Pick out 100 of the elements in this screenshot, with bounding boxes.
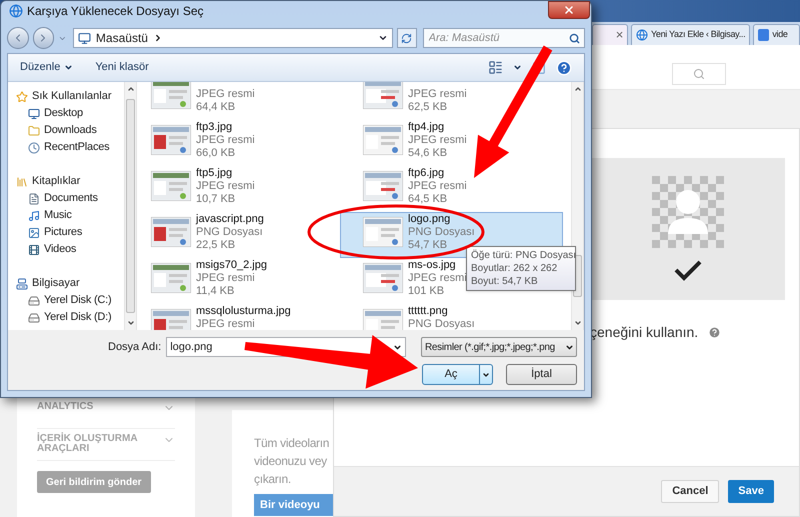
file-size: 54,7 KB xyxy=(408,239,448,252)
nav-item[interactable]: Yerel Disk (D:) xyxy=(16,309,124,326)
file-item[interactable]: ftp3.jpg JPEG resmi 66,0 KB xyxy=(137,120,340,166)
file-type: PNG Dosyası xyxy=(196,226,264,239)
file-type: PNG Dosyası xyxy=(408,226,475,239)
description-text: Tüm videoların xyxy=(254,435,330,452)
file-name: tttttt.png xyxy=(408,305,449,318)
file-name: ftp3.jpg xyxy=(196,121,234,134)
star-icon xyxy=(16,90,28,102)
file-type: JPEG resmi xyxy=(196,88,255,101)
open-button[interactable]: Aç xyxy=(422,364,480,385)
scroll-up-icon[interactable] xyxy=(126,85,134,93)
file-type: JPEG resmi xyxy=(408,180,467,193)
nav-item[interactable]: Videos xyxy=(16,241,124,258)
file-size: 64,4 KB xyxy=(196,101,236,114)
file-name: javascript.png xyxy=(196,213,264,226)
file-item[interactable]: JPEG resmi 64,4 KB xyxy=(137,82,340,120)
close-button[interactable] xyxy=(548,1,590,19)
nav-item[interactable]: Downloads xyxy=(16,122,124,139)
checkmark-icon xyxy=(672,259,702,281)
file-size: 62,5 KB xyxy=(408,101,448,114)
file-name: ftp6.jpg xyxy=(408,167,446,180)
scrollbar[interactable] xyxy=(124,82,137,330)
tooltip-line: Boyutlar: 262 x 262 xyxy=(471,262,558,275)
nav-item[interactable]: RecentPlaces xyxy=(16,139,124,156)
nav-item[interactable]: Yerel Disk (C:) xyxy=(16,292,124,309)
music-icon xyxy=(28,210,40,222)
file-name: mssqlolusturma.jpg xyxy=(196,305,291,318)
browser-icon xyxy=(636,29,648,41)
save-button[interactable]: Save xyxy=(728,480,774,503)
file-item[interactable]: msigs70_2.jpg JPEG resmi 11,4 KB xyxy=(137,258,340,304)
browser-tab[interactable]: vide xyxy=(753,24,800,45)
file-type: JPEG resmi xyxy=(408,134,467,147)
file-name: logo.png xyxy=(408,213,452,226)
file-item[interactable]: ftp5.jpg JPEG resmi 10,7 KB xyxy=(137,166,340,212)
caret-icon[interactable] xyxy=(513,63,522,72)
tab-title: Yeni Yazı Ekle ‹ Bilgisay... xyxy=(651,28,746,42)
dropdown-caret-icon xyxy=(378,33,388,43)
view-icon[interactable] xyxy=(488,60,503,75)
file-item[interactable]: JPEG resmi 62,5 KB xyxy=(340,82,563,120)
dropdown-caret-icon xyxy=(565,342,574,352)
nav-item[interactable]: Documents xyxy=(16,190,124,207)
hint-text: çeneğini kullanın. xyxy=(590,323,698,342)
tab-close-button[interactable]: × xyxy=(616,25,623,45)
browser-tab[interactable]: Yeni Yazı Ekle ‹ Bilgisay... xyxy=(631,24,750,45)
file-item[interactable]: mssqlolusturma.jpg JPEG resmi xyxy=(137,304,340,330)
avatar-placeholder-icon xyxy=(652,176,724,248)
nav-group[interactable]: Kitaplıklar xyxy=(16,173,124,190)
scroll-up-icon[interactable] xyxy=(574,85,582,93)
file-type-filter[interactable]: Resimler (*.gif;*.jpg;*.jpeg;*.png xyxy=(421,337,577,357)
open-options-button[interactable] xyxy=(480,364,493,385)
file-type: PNG Dosyası xyxy=(408,318,475,330)
document-icon xyxy=(28,192,40,204)
file-size: 54,6 KB xyxy=(408,147,448,160)
file-name: ftp5.jpg xyxy=(196,167,234,180)
forward-button[interactable] xyxy=(32,27,54,49)
file-type: JPEG resmi xyxy=(196,180,255,193)
new-folder-button[interactable]: Yeni klasör xyxy=(95,59,149,76)
tab-title: vide xyxy=(772,28,788,42)
help-icon[interactable] xyxy=(708,326,722,339)
desktop-icon xyxy=(78,32,91,44)
folder-icon xyxy=(28,124,40,136)
nav-item[interactable]: Music xyxy=(16,207,124,224)
file-item[interactable]: ftp6.jpg JPEG resmi 64,5 KB xyxy=(340,166,563,212)
file-type: JPEG resmi xyxy=(196,134,255,147)
file-size: 22,5 KB xyxy=(196,239,236,252)
window-title: Karşıya Yüklenecek Dosyayı Seç xyxy=(27,3,204,20)
file-size: 64,5 KB xyxy=(408,193,448,206)
refresh-icon xyxy=(401,32,412,44)
nav-group[interactable]: Sık Kullanılanlar xyxy=(16,88,124,105)
library-icon xyxy=(16,176,28,188)
nav-item[interactable]: Desktop xyxy=(16,105,124,122)
close-icon xyxy=(563,4,575,16)
cancel-button[interactable]: Cancel xyxy=(661,480,720,503)
nav-item[interactable]: Pictures xyxy=(16,224,124,241)
scroll-down-icon[interactable] xyxy=(126,319,134,327)
dropdown-caret-icon[interactable] xyxy=(393,343,402,352)
scrollbar-thumb[interactable] xyxy=(126,99,135,313)
browser-tab[interactable]: × xyxy=(592,24,628,45)
filename-label: Dosya Adı: xyxy=(108,340,162,355)
nav-group[interactable]: Bilgisayar xyxy=(16,275,124,292)
cancel-button[interactable]: İptal xyxy=(506,364,577,385)
file-item[interactable]: javascript.png PNG Dosyası 22,5 KB xyxy=(137,212,340,258)
scroll-down-icon[interactable] xyxy=(574,319,582,327)
file-name: ftp4.jpg xyxy=(408,121,446,134)
address-bar[interactable]: Masaüstü xyxy=(72,28,393,48)
refresh-button[interactable] xyxy=(397,28,417,48)
back-button[interactable] xyxy=(7,27,29,49)
browser-icon xyxy=(9,4,23,18)
tooltip-line: Boyut: 54,7 KB xyxy=(471,275,539,288)
file-type: JPEG resmi xyxy=(408,272,467,285)
file-size: 101 KB xyxy=(408,285,446,298)
file-item[interactable]: ftp4.jpg JPEG resmi 54,6 KB xyxy=(340,120,563,166)
file-name: ms-os.jpg xyxy=(408,259,457,272)
file-name: msigs70_2.jpg xyxy=(196,259,267,272)
organize-menu[interactable]: Düzenle xyxy=(20,59,74,76)
help-icon[interactable] xyxy=(556,60,572,76)
computer-icon xyxy=(16,278,28,290)
recent-icon xyxy=(28,142,40,154)
file-size: 10,7 KB xyxy=(196,193,236,206)
